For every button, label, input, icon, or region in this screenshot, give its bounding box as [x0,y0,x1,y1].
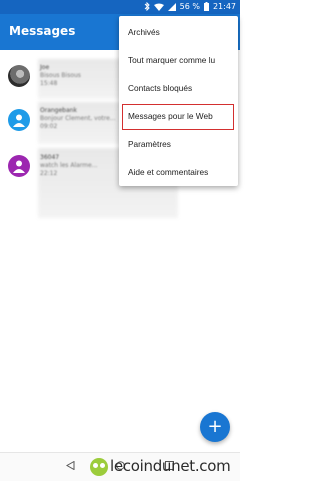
plus-icon: + [207,416,223,437]
menu-item-label: Archivés [128,27,160,37]
overflow-menu: Archivés Tout marquer comme lu Contacts … [119,16,238,186]
status-bar: 56 % 21:47 [0,0,240,14]
menu-item-label: Tout marquer comme lu [128,55,216,65]
menu-item-settings[interactable]: Paramètres [119,130,238,158]
conversation-time: 15:48 [40,80,58,87]
battery-percent: 56 % [179,2,200,11]
conversation-preview: Bonjour Clement, votre... [40,115,116,122]
menu-item-messages-for-web[interactable]: Messages pour le Web [119,102,238,130]
person-icon [13,114,25,127]
bluetooth-icon [144,2,150,11]
menu-item-help-feedback[interactable]: Aide et commentaires [119,158,238,186]
menu-item-archived[interactable]: Archivés [119,18,238,46]
menu-item-label: Paramètres [128,139,171,149]
conversation-preview: watch les Alarme... [40,162,98,169]
menu-item-label: Aide et commentaires [128,167,209,177]
signal-icon [167,2,176,11]
watermark-text: lecoindunet.com [110,457,231,475]
person-icon [13,160,25,173]
menu-item-label: Contacts bloqués [128,83,193,93]
watermark: lecoindunet.com [90,455,240,479]
status-icons: 56 % 21:47 [144,2,236,11]
conversation-name: Orangebank [40,107,77,114]
menu-item-label: Messages pour le Web [128,111,213,121]
menu-item-mark-all-read[interactable]: Tout marquer comme lu [119,46,238,74]
avatar [8,109,30,131]
wifi-icon [153,3,164,11]
conversation-name: Joe [40,64,50,71]
avatar [8,65,30,87]
menu-item-blocked-contacts[interactable]: Contacts bloqués [119,74,238,102]
new-conversation-button[interactable]: + [200,412,230,442]
back-icon[interactable] [66,461,75,470]
conversation-time: 22:12 [40,170,58,177]
page-title: Messages [9,24,76,38]
avatar [8,155,30,177]
conversation-name: 36047 [40,154,60,161]
battery-icon [203,2,209,11]
status-time: 21:47 [212,2,236,11]
watermark-logo-icon [90,458,108,476]
conversation-time: 09:02 [40,123,58,130]
conversation-preview: Bisous Bisous [40,72,81,79]
